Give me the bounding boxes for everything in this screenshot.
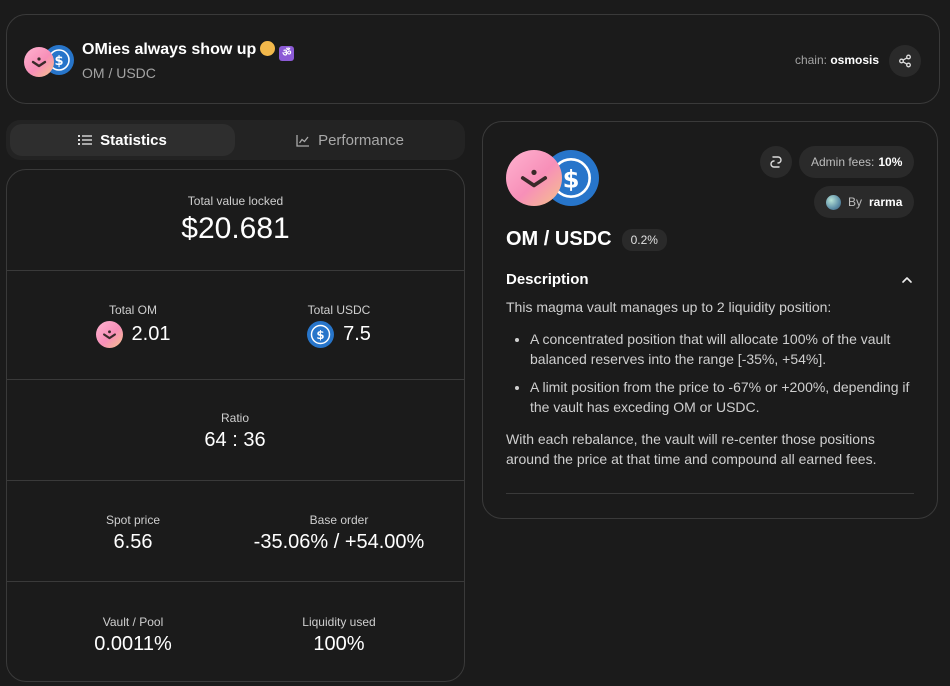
ratio-label: Ratio bbox=[220, 411, 249, 425]
description-point: A concentrated position that will alloca… bbox=[530, 329, 916, 369]
total-om-label: Total OM bbox=[108, 303, 157, 317]
stat-tvl: Total value locked $20.681 bbox=[7, 194, 464, 246]
list-icon bbox=[78, 135, 93, 145]
total-usdc-label: Total USDC bbox=[307, 303, 371, 317]
vault-title-text: OMies always show up bbox=[82, 41, 257, 58]
total-om-value-wrap: 2.01 bbox=[95, 321, 171, 348]
stat-total-om: Total OM 2.01 bbox=[7, 303, 259, 348]
ratio-value: 64 : 36 bbox=[204, 429, 266, 451]
liquidity-used-label: Liquidity used bbox=[302, 615, 376, 629]
refresh-button[interactable] bbox=[760, 146, 792, 178]
tab-performance[interactable]: Performance bbox=[239, 124, 461, 156]
tab-performance-label: Performance bbox=[318, 131, 404, 149]
fee-tier-badge: 0.2% bbox=[621, 228, 667, 251]
description-list: A concentrated position that will alloca… bbox=[530, 329, 916, 417]
description-point: A limit position from the price to -67% … bbox=[530, 377, 916, 417]
stat-ratio: Ratio 64 : 36 bbox=[7, 411, 463, 452]
description-heading[interactable]: Description bbox=[506, 271, 589, 288]
creator-badge[interactable]: By rarma bbox=[814, 186, 915, 218]
tvl-label: Total value locked bbox=[187, 194, 284, 208]
tab-statistics-label: Statistics bbox=[100, 131, 167, 149]
vault-pool-label: Vault / Pool bbox=[102, 615, 164, 629]
total-usdc-value: 7.5 bbox=[343, 323, 371, 345]
stat-row-price: Spot price 6.56 Base order -35.06% / +54… bbox=[7, 481, 464, 582]
view-tabs: Statistics Performance bbox=[6, 120, 465, 160]
stat-vault-pool: Vault / Pool 0.0011% bbox=[7, 615, 259, 656]
om-token-icon bbox=[24, 47, 54, 77]
base-order-label: Base order bbox=[309, 513, 369, 527]
description-intro: This magma vault manages up to 2 liquidi… bbox=[506, 299, 832, 315]
svg-text:$: $ bbox=[54, 54, 63, 69]
vault-pair-subtitle: OM / USDC bbox=[82, 65, 156, 81]
om-symbol-icon: ॐ bbox=[279, 46, 295, 61]
om-token-icon bbox=[95, 321, 123, 348]
tvl-value: $20.681 bbox=[181, 212, 290, 245]
share-icon bbox=[899, 54, 911, 68]
tab-statistics[interactable]: Statistics bbox=[10, 124, 235, 156]
divider bbox=[506, 493, 914, 494]
stat-spot-price: Spot price 6.56 bbox=[7, 513, 259, 554]
stat-base-order: Base order -35.06% / +54.00% bbox=[233, 513, 445, 554]
svg-text:$: $ bbox=[317, 328, 325, 342]
total-om-value: 2.01 bbox=[131, 323, 171, 345]
vault-title: OMies always show up ॐ bbox=[82, 41, 295, 61]
stat-row-ratio: Ratio 64 : 36 bbox=[7, 380, 464, 481]
stat-row-totals: Total OM 2.01 Total USDC $ 7.5 bbox=[7, 271, 464, 380]
smiling-face-icon bbox=[260, 41, 276, 56]
description-body: This magma vault manages up to 2 liquidi… bbox=[506, 297, 916, 469]
base-order-value: -35.06% / +54.00% bbox=[253, 531, 425, 553]
admin-fees-badge: Admin fees: 10% bbox=[799, 146, 915, 178]
avatar bbox=[826, 194, 841, 210]
spot-price-value: 6.56 bbox=[113, 531, 153, 553]
total-usdc-value-wrap: $ 7.5 bbox=[307, 321, 371, 348]
description-outro: With each rebalance, the vault will re-c… bbox=[506, 431, 877, 467]
vault-header: $ OMies always show up ॐ OM / USDC chain:… bbox=[6, 14, 940, 104]
chart-icon bbox=[296, 134, 310, 147]
creator-name: rarma bbox=[869, 195, 903, 209]
vault-info-panel: $ Admin fees: 10% By rarma OM / USDC 0.2% … bbox=[482, 121, 938, 519]
admin-fees-value: 10% bbox=[878, 155, 903, 169]
spot-price-label: Spot price bbox=[105, 513, 161, 527]
admin-fees-label: Admin fees: bbox=[811, 155, 875, 169]
chain-indicator: chain: osmosis bbox=[795, 53, 879, 67]
stat-row-tvl: Total value locked $20.681 bbox=[7, 170, 464, 271]
creator-label: By bbox=[848, 195, 863, 209]
statistics-panel: Total value locked $20.681 Total OM 2.01… bbox=[6, 169, 465, 682]
liquidity-used-value: 100% bbox=[313, 633, 365, 655]
pair-title: OM / USDC 0.2% bbox=[506, 228, 667, 251]
vault-pool-value: 0.0011% bbox=[94, 633, 172, 655]
refresh-icon bbox=[770, 156, 782, 168]
om-token-icon bbox=[506, 150, 562, 206]
stat-total-usdc: Total USDC $ 7.5 bbox=[233, 303, 445, 348]
pair-title-text: OM / USDC bbox=[506, 228, 612, 250]
stat-liquidity-used: Liquidity used 100% bbox=[233, 615, 445, 656]
pair-logos: $ bbox=[24, 45, 76, 77]
share-button[interactable] bbox=[889, 45, 921, 77]
chain-label: chain: bbox=[794, 53, 827, 67]
svg-text:$: $ bbox=[563, 164, 580, 193]
usdc-token-icon: $ bbox=[307, 321, 335, 348]
stat-row-share: Vault / Pool 0.0011% Liquidity used 100% bbox=[7, 582, 464, 681]
chain-value: osmosis bbox=[830, 53, 879, 67]
chevron-up-icon[interactable] bbox=[900, 273, 914, 287]
